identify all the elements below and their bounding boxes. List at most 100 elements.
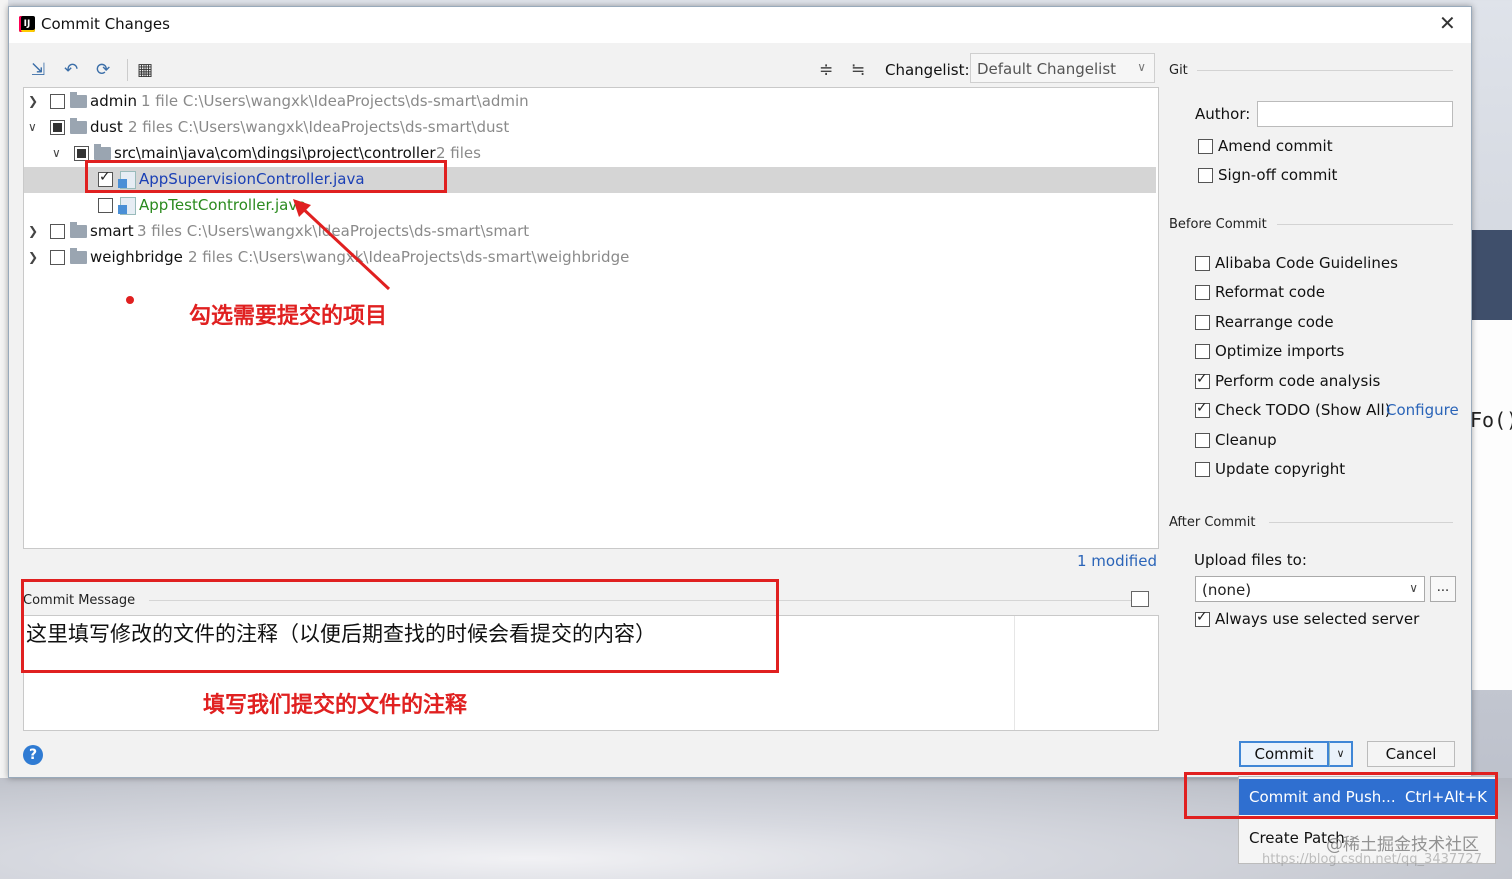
- checkbox[interactable]: [1195, 400, 1210, 418]
- commit-changes-dialog: IJ Commit Changes ✕ ⇲ ↶ ⟳ ▦ ≑ ≒ Changeli…: [8, 6, 1472, 778]
- after-commit-title: After Commit: [1169, 515, 1256, 530]
- upload-label: Upload files to:: [1194, 551, 1307, 569]
- cancel-button[interactable]: Cancel: [1367, 741, 1455, 767]
- tree-row-weighbridge[interactable]: ❯ weighbridge 2 files C:\Users\wangxk\Id…: [24, 245, 1156, 271]
- checkbox-apptest[interactable]: [98, 198, 113, 213]
- option-label: Rearrange code: [1215, 313, 1334, 331]
- tree-row-info: 2 files C:\Users\wangxk\IdeaProjects\ds-…: [128, 118, 510, 136]
- changelist-select[interactable]: Default Changelist ∨: [970, 53, 1155, 83]
- option-label: Amend commit: [1218, 137, 1333, 155]
- chevron-down-icon: ∨: [1137, 60, 1146, 74]
- changes-tree: ❯ admin 1 file C:\Users\wangxk\IdeaProje…: [23, 87, 1159, 549]
- checkbox[interactable]: [1195, 433, 1210, 448]
- option-label: Reformat code: [1215, 283, 1325, 301]
- option-label: Check TODO (Show All): [1215, 401, 1391, 419]
- annotation-select-projects: 勾选需要提交的项目: [189, 304, 388, 329]
- chevron-right-icon[interactable]: ❯: [28, 94, 38, 108]
- separator: [1269, 522, 1453, 523]
- tree-row-admin[interactable]: ❯ admin 1 file C:\Users\wangxk\IdeaProje…: [24, 89, 1156, 115]
- before-commit-title: Before Commit: [1169, 217, 1267, 232]
- author-label: Author:: [1195, 105, 1251, 123]
- window-title: Commit Changes: [41, 15, 170, 33]
- show-diff-icon[interactable]: ⇲: [31, 61, 45, 79]
- tree-row-name: admin: [90, 92, 137, 110]
- checkbox[interactable]: [1195, 371, 1210, 389]
- commit-button[interactable]: Commit: [1239, 741, 1329, 767]
- help-icon[interactable]: ?: [23, 745, 43, 765]
- commit-dropdown-chevron-icon[interactable]: ∨: [1329, 741, 1353, 767]
- collapse-all-icon[interactable]: ≒: [851, 61, 865, 79]
- checkbox[interactable]: [1198, 168, 1213, 183]
- group-by-icon[interactable]: ▦: [137, 61, 153, 79]
- refresh-icon[interactable]: ⟳: [96, 61, 110, 79]
- configure-link[interactable]: Configure: [1386, 401, 1459, 419]
- checkbox[interactable]: [1195, 462, 1210, 477]
- module-folder-icon: [70, 222, 87, 238]
- highlight-box-commit-message: [21, 579, 779, 673]
- option-label: Update copyright: [1215, 460, 1346, 478]
- option-label: Optimize imports: [1215, 342, 1345, 360]
- checkbox-dust[interactable]: [50, 120, 65, 135]
- highlight-box-selected-file: [85, 160, 447, 193]
- annotation-fill-comment: 填写我们提交的文件的注释: [203, 693, 468, 718]
- option-label: Sign-off commit: [1218, 166, 1338, 184]
- tree-row-name: weighbridge: [90, 248, 183, 266]
- tree-row-info: 1 file C:\Users\wangxk\IdeaProjects\ds-s…: [141, 92, 529, 110]
- right-margin-guide: [1014, 616, 1015, 730]
- java-class-icon: [118, 197, 136, 215]
- separator: [1197, 70, 1453, 71]
- checkbox[interactable]: [1195, 315, 1210, 330]
- tree-row-smart[interactable]: ❯ smart 3 files C:\Users\wangxk\IdeaProj…: [24, 219, 1156, 245]
- background-app-edge: [0, 0, 8, 780]
- annotation-dot: [126, 296, 134, 304]
- tree-row-name: smart: [90, 222, 134, 240]
- upload-value: (none): [1202, 581, 1252, 599]
- tree-row-apptest[interactable]: AppTestController.java: [24, 193, 1156, 219]
- toolbar-separator: [127, 59, 128, 81]
- annotation-arrow: [293, 199, 391, 291]
- chevron-down-icon[interactable]: ∨: [52, 146, 61, 160]
- tree-row-name: AppTestController.java: [139, 196, 307, 214]
- upload-server-select[interactable]: (none) ∨: [1195, 576, 1425, 602]
- module-folder-icon: [70, 118, 87, 134]
- checkbox[interactable]: [1195, 344, 1210, 359]
- chevron-right-icon[interactable]: ❯: [28, 250, 38, 264]
- tree-row-dust[interactable]: ∨ dust 2 files C:\Users\wangxk\IdeaProje…: [24, 115, 1156, 141]
- separator: [1277, 224, 1453, 225]
- tree-row-name: dust: [90, 118, 123, 136]
- checkbox[interactable]: [1195, 256, 1210, 271]
- intellij-app-icon: IJ: [19, 16, 35, 32]
- git-section-title: Git: [1169, 63, 1188, 78]
- author-input[interactable]: [1257, 101, 1453, 127]
- browse-servers-button[interactable]: ...: [1430, 576, 1456, 602]
- option-label: Perform code analysis: [1215, 372, 1381, 390]
- close-icon[interactable]: ✕: [1439, 11, 1456, 35]
- checkbox[interactable]: [1195, 609, 1210, 627]
- chevron-down-icon[interactable]: ∨: [28, 120, 37, 134]
- changelist-value: Default Changelist: [977, 60, 1117, 78]
- title-bar: IJ Commit Changes ✕: [9, 7, 1471, 43]
- chevron-right-icon[interactable]: ❯: [28, 224, 38, 238]
- commit-history-icon[interactable]: [1131, 591, 1149, 607]
- highlight-box-commit-push: [1184, 772, 1498, 819]
- background-code-fragment: Fo(): [1470, 408, 1512, 432]
- module-folder-icon: [70, 92, 87, 108]
- checkbox-controller-dir[interactable]: [74, 146, 89, 161]
- chevron-down-icon: ∨: [1409, 581, 1418, 595]
- watermark-url: https://blog.csdn.net/qq_3437727: [1262, 852, 1482, 867]
- checkbox-smart[interactable]: [50, 224, 65, 239]
- modified-count: 1 modified: [1077, 552, 1157, 570]
- changelist-label: Changelist:: [885, 61, 970, 79]
- tree-row-info: 2 files C:\Users\wangxk\IdeaProjects\ds-…: [188, 248, 630, 266]
- option-label: Cleanup: [1215, 431, 1277, 449]
- background-editor: [1470, 320, 1512, 690]
- rollback-icon[interactable]: ↶: [64, 61, 78, 79]
- expand-all-icon[interactable]: ≑: [819, 61, 833, 79]
- checkbox[interactable]: [1198, 139, 1213, 154]
- checkbox-admin[interactable]: [50, 94, 65, 109]
- option-label: Always use selected server: [1215, 610, 1420, 628]
- module-folder-icon: [70, 248, 87, 264]
- checkbox-weighbridge[interactable]: [50, 250, 65, 265]
- option-label: Alibaba Code Guidelines: [1215, 254, 1398, 272]
- checkbox[interactable]: [1195, 285, 1210, 300]
